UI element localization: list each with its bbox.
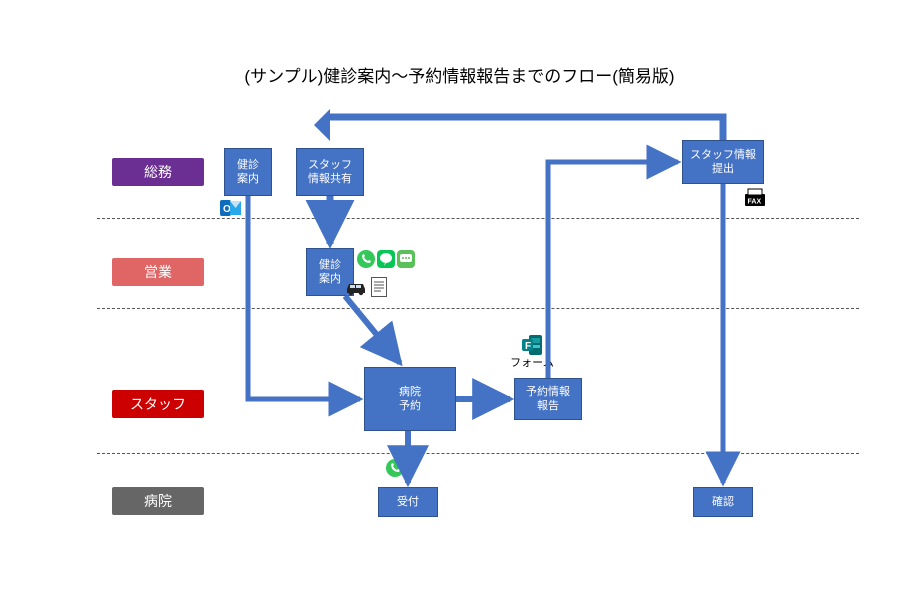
lane-eigyo: 営業: [112, 258, 204, 286]
caption-form: フォーム: [504, 354, 560, 370]
svg-text:FAX: FAX: [748, 199, 762, 206]
document-icon: [371, 277, 387, 297]
outlook-icon: O: [220, 198, 242, 218]
lane-soumu: 総務: [112, 158, 204, 186]
sms-icon: [397, 250, 415, 268]
lane-divider: [97, 308, 859, 309]
svg-text:F: F: [525, 341, 531, 352]
lane-byouin: 病院: [112, 487, 204, 515]
car-icon: [344, 279, 368, 297]
lane-divider: [97, 453, 859, 454]
box-uketsuke: 受付: [378, 487, 438, 517]
phone-icon: [357, 250, 375, 268]
box-kenshin-annai-1: 健診案内: [224, 148, 272, 196]
box-staff-jouhou-teishutsu: スタッフ情報提出: [682, 140, 764, 184]
box-byouin-yoyaku: 病院予約: [364, 367, 456, 431]
line-icon: [377, 250, 395, 268]
box-staff-jouhou-kyouyuu: スタッフ情報共有: [296, 148, 364, 196]
svg-text:O: O: [223, 204, 231, 215]
box-kakunin: 確認: [693, 487, 753, 517]
diagram-title: (サンプル)健診案内～予約情報報告までのフロー(簡易版): [0, 62, 919, 87]
ms-forms-icon: F: [522, 335, 542, 355]
box-yoyaku-jouhou-houkoku: 予約情報報告: [514, 378, 582, 420]
phone-icon: [386, 459, 404, 477]
lane-staff: スタッフ: [112, 390, 204, 418]
lane-divider: [97, 218, 859, 219]
fax-icon: FAX: [743, 188, 767, 210]
